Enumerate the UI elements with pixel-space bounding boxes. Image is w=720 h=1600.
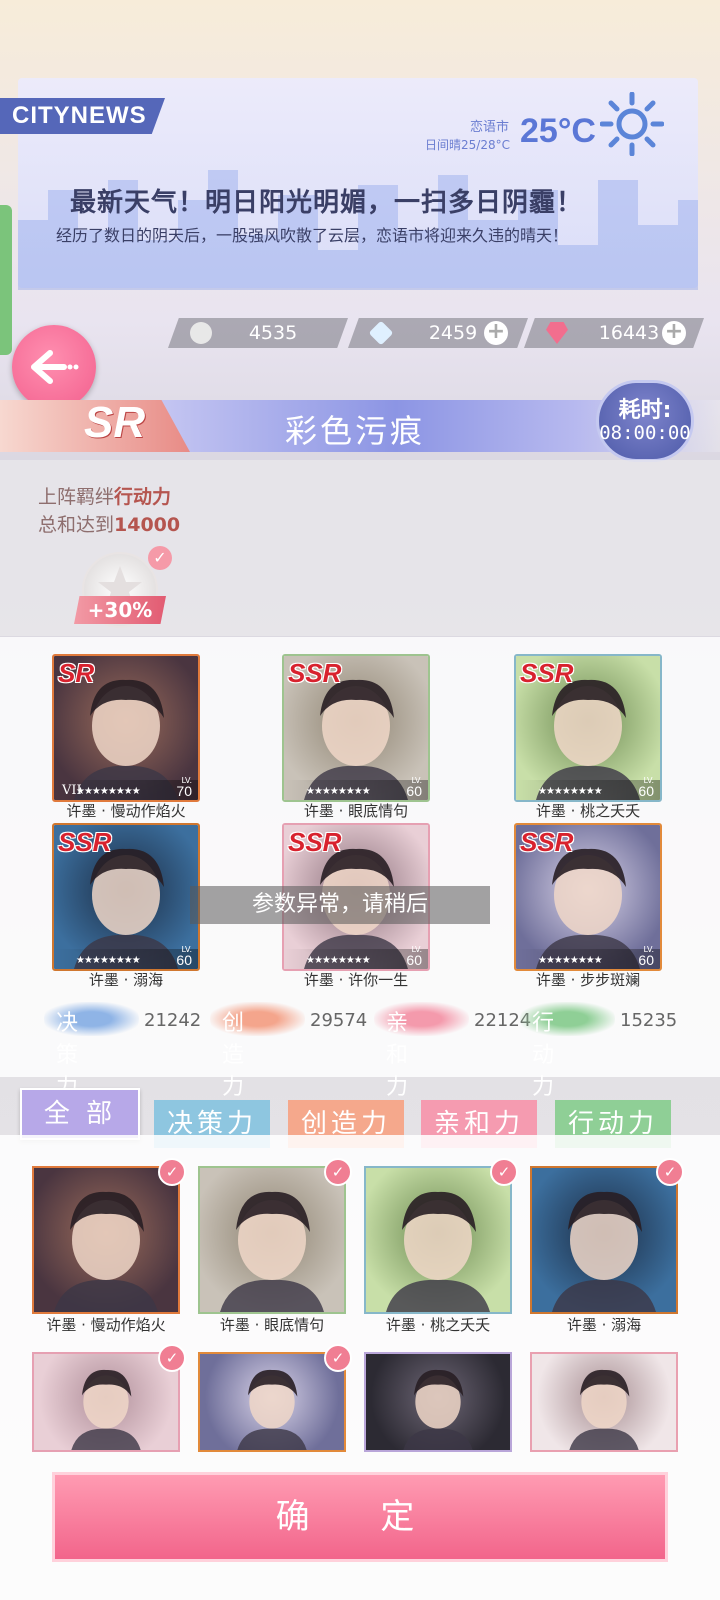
stat-label: 决策力	[56, 1011, 80, 1100]
card-rarity: SSR	[520, 827, 574, 857]
character-silhouette	[220, 1191, 324, 1312]
team-card[interactable]: SSR ★★★★★★★★ LV. 60	[514, 823, 662, 971]
character-silhouette	[403, 1369, 473, 1450]
card-level: 60	[176, 952, 192, 968]
currency-bar: 4535 2459 + 16443 +	[150, 318, 720, 348]
roster-card[interactable]: SSR★★★★★★★★LV.60	[364, 1166, 512, 1314]
diamond-value: 16443	[598, 322, 660, 344]
team-card-name: 许墨 · 溺海	[88, 971, 164, 989]
rarity-badge: SR	[84, 398, 146, 447]
roster-card-name: 许墨 · 眼底情句	[219, 1316, 325, 1334]
weather-temperature: 25°C	[520, 112, 596, 150]
weather-range: 日间晴25/28°C	[425, 138, 510, 152]
card-stars: ★★★★★★★★	[306, 955, 371, 966]
team-card-name: 许墨 · 步步斑斓	[535, 971, 641, 989]
card-rarity: SR	[58, 658, 95, 688]
character-silhouette	[54, 1191, 158, 1312]
back-arrow-icon	[31, 350, 79, 384]
error-toast: 参数异常，请稍后	[190, 886, 490, 924]
team-card[interactable]: SR VII ★★★★★★★★ LV. 70	[52, 654, 200, 802]
side-drawer-tab[interactable]	[0, 205, 12, 355]
character-silhouette	[569, 1369, 639, 1450]
news-tag: CITYNEWS	[0, 98, 165, 134]
coin-icon	[190, 322, 212, 344]
stat-value: 15235	[620, 1010, 678, 1031]
news-headline: 最新天气！明日阳光明媚，一扫多日阴霾！	[70, 188, 584, 218]
card-level: 70	[176, 783, 192, 799]
roster-card[interactable]: SSR★★★★★★★★LV.60	[530, 1166, 678, 1314]
back-button[interactable]	[12, 325, 96, 409]
tab-0[interactable]: 全 部	[20, 1088, 140, 1140]
bond-bonus-badge: +30%	[74, 596, 166, 624]
selected-check-icon: ✓	[158, 1344, 186, 1372]
bond-achieved-check-icon: ✓	[148, 546, 172, 570]
team-card-name: 许墨 · 桃之夭夭	[535, 802, 641, 820]
team-card-name: 许墨 · 眼底情句	[303, 802, 409, 820]
bond-text: 总和达到	[38, 514, 115, 536]
crystal-icon	[368, 320, 394, 346]
card-level: 60	[638, 783, 654, 799]
team-card-name: 许墨 · 慢动作焰火	[66, 802, 186, 820]
team-card[interactable]: SSR ★★★★★★★★ LV. 60	[52, 823, 200, 971]
bond-text: 上阵羁绊	[38, 486, 115, 508]
card-level: 60	[406, 783, 422, 799]
selected-check-icon: ✓	[324, 1344, 352, 1372]
confirm-button[interactable]: 确 定	[52, 1472, 668, 1562]
roster-card[interactable]: SSR	[32, 1352, 180, 1452]
roster-card[interactable]: SSR	[198, 1352, 346, 1452]
roster-card[interactable]: SRVII★★★★★★★★LV.70	[32, 1166, 180, 1314]
team-card[interactable]: SSR ★★★★★★★★ LV. 60	[514, 654, 662, 802]
roster-card[interactable]: SSR★★★★★★★★LV.60	[198, 1166, 346, 1314]
timer-label: 耗时:	[618, 398, 672, 423]
diamond-icon	[546, 322, 568, 344]
selected-check-icon: ✓	[158, 1158, 186, 1186]
add-diamond-button[interactable]: +	[662, 321, 686, 345]
team-card[interactable]: SSR ★★★★★★★★ LV. 60	[282, 654, 430, 802]
timer-value: 08:00:00	[599, 422, 691, 444]
card-stars: ★★★★★★★★	[76, 955, 141, 966]
roster-card-name: 许墨 · 桃之夭夭	[385, 1316, 491, 1334]
card-stars: ★★★★★★★★	[76, 786, 141, 797]
news-subtext: 经历了数日的阴天后，一股强风吹散了云层，恋语市将迎来久违的晴天！	[56, 226, 569, 245]
card-stars: ★★★★★★★★	[538, 786, 603, 797]
selected-check-icon: ✓	[656, 1158, 684, 1186]
roster-card[interactable]: SSR	[364, 1352, 512, 1452]
stat-label: 亲和力	[386, 1011, 410, 1100]
coin-value: 4535	[248, 322, 298, 344]
selected-check-icon: ✓	[490, 1158, 518, 1186]
card-level: 60	[406, 952, 422, 968]
card-stars: ★★★★★★★★	[538, 955, 603, 966]
roster-card-name: 许墨 · 慢动作焰火	[46, 1316, 166, 1334]
event-title: 彩色污痕	[285, 412, 426, 450]
stat-label: 创造力	[222, 1011, 246, 1100]
sun-icon	[600, 92, 664, 156]
roster-card-name: 许墨 · 溺海	[566, 1316, 642, 1334]
stat-label: 行动力	[532, 1011, 556, 1100]
coin-counter: 4535	[168, 318, 348, 348]
weather-city: 恋语市	[470, 120, 510, 135]
card-rarity: SSR	[520, 658, 574, 688]
card-stars: ★★★★★★★★	[306, 786, 371, 797]
bond-threshold: 14000	[114, 514, 181, 536]
add-crystal-button[interactable]: +	[484, 321, 508, 345]
team-card-name: 许墨 · 许你一生	[303, 971, 409, 989]
bond-attribute: 行动力	[114, 486, 172, 508]
stat-value: 29574	[310, 1010, 368, 1031]
character-silhouette	[552, 1191, 656, 1312]
bond-requirement-line1: 上阵羁绊行动力	[38, 482, 171, 509]
card-rarity: SSR	[58, 827, 112, 857]
selected-check-icon: ✓	[324, 1158, 352, 1186]
character-silhouette	[386, 1191, 490, 1312]
card-level: 60	[638, 952, 654, 968]
bond-requirement-line2: 总和达到14000	[38, 510, 180, 537]
roster-card[interactable]: SSR	[530, 1352, 678, 1452]
stat-value: 21242	[144, 1010, 202, 1031]
card-rarity: SSR	[288, 827, 342, 857]
card-rarity: SSR	[288, 658, 342, 688]
character-silhouette	[237, 1369, 307, 1450]
character-silhouette	[71, 1369, 141, 1450]
